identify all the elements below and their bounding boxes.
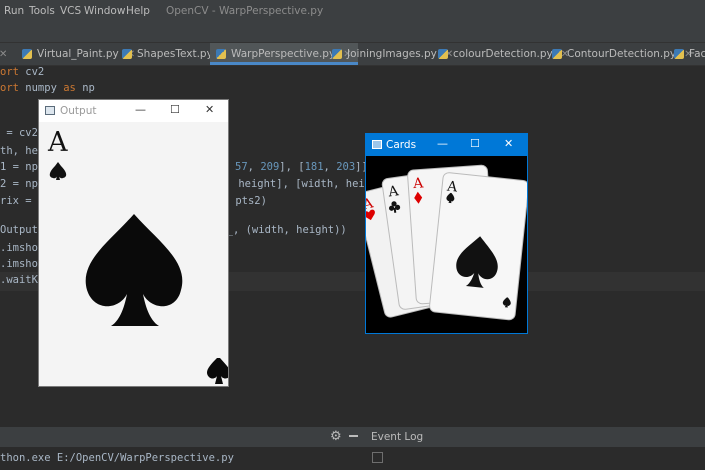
output-window[interactable]: Output — ☐ ✕ A [38,99,229,387]
menu-window[interactable]: Window [84,5,125,17]
python-file-icon [438,49,448,59]
cards-image: A A A A [366,156,527,333]
code-line-fragment: height], [width, heig [232,178,372,190]
event-log-panel [365,447,705,470]
editor-tabs: ✕ Virtual_Paint.py ✕ ShapesText.py ✕ War… [0,43,705,66]
menu-tools[interactable]: Tools [29,5,55,17]
python-file-icon [122,49,132,59]
close-button[interactable]: ✕ [504,137,513,150]
python-file-icon [22,49,32,59]
tab-overflow[interactable]: ✕ [0,43,8,65]
python-file-icon [552,49,562,59]
output-titlebar[interactable]: Output — ☐ ✕ [39,100,228,122]
tab-label: Virtual_Paint.py [37,48,119,60]
maximize-button[interactable]: ☐ [170,103,180,116]
tab-contourdetection[interactable]: ContourDetection.py ✕ [552,43,693,65]
svg-text:A: A [412,175,425,192]
cards-window[interactable]: Cards — ☐ ✕ A A A A [365,133,528,334]
toolbar [0,22,705,43]
close-button[interactable]: ✕ [205,103,214,116]
code-line-fragment: pts2) [229,195,267,207]
cards-title: Cards [386,139,417,151]
code-line: ort cv2 [0,66,45,78]
maximize-button[interactable]: ☐ [470,137,480,150]
code-line: ort numpy as np [0,82,95,94]
tab-label: Face [689,48,705,60]
spade-icon [49,162,67,180]
console-output: thon.exe E:/OpenCV/WarpPerspective.py [0,452,234,464]
window-app-icon [372,140,382,149]
window-title: OpenCV - WarpPerspective.py [166,5,324,17]
tab-label: ShapesText.py [137,48,213,60]
code-line-fragment: 57, 209], [181, 203]]) [235,161,374,173]
run-console[interactable]: thon.exe E:/OpenCV/WarpPerspective.py [0,447,365,470]
four-aces-illustration: A A A A [366,164,527,321]
tab-label: JoiningImages.py [347,48,437,60]
tab-joiningimages[interactable]: JoiningImages.py ✕ [332,43,453,65]
spade-icon [207,358,228,384]
gear-icon[interactable]: ⚙ [330,429,342,444]
output-title: Output [60,105,97,117]
menu-bar: Run Tools VCS Window Help OpenCV - WarpP… [0,0,705,22]
menu-run[interactable]: Run [4,5,24,17]
minimize-button[interactable]: — [437,137,448,150]
tab-colourdetection[interactable]: colourDetection.py ✕ [438,43,569,65]
card-art [49,162,228,384]
warped-card-image: A [39,122,228,386]
window-app-icon [45,106,55,115]
menu-vcs[interactable]: VCS [60,5,81,17]
python-file-icon [332,49,342,59]
minimize-button[interactable]: — [135,103,146,116]
close-icon[interactable]: ✕ [0,49,7,60]
checkbox-icon[interactable] [372,452,383,463]
tab-face[interactable]: Face [674,43,705,65]
minimize-icon[interactable] [349,435,358,437]
editor-scrollbar[interactable] [0,410,705,426]
python-file-icon [674,49,684,59]
run-panel-header: ⚙ [0,427,365,447]
tab-label: WarpPerspective.py [231,48,336,60]
cards-titlebar[interactable]: Cards — ☐ ✕ [366,134,527,156]
spade-icon [85,214,183,326]
python-file-icon [216,49,226,59]
menu-help[interactable]: Help [126,5,150,17]
event-log-title[interactable]: Event Log [371,431,423,443]
tab-label: colourDetection.py [453,48,553,60]
tab-virtual-paint[interactable]: Virtual_Paint.py ✕ [22,43,135,65]
tab-label: ContourDetection.py [567,48,677,60]
event-log-header: Event Log [365,427,705,447]
code-line-fragment: ix_, (width, height)) [214,224,347,236]
